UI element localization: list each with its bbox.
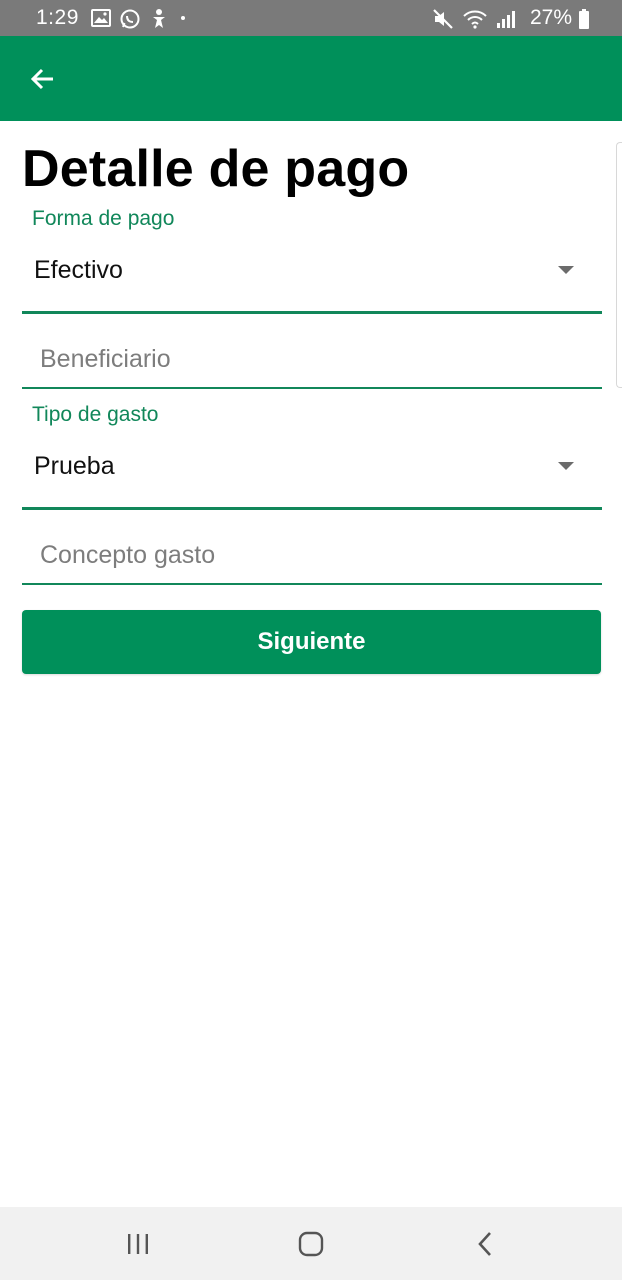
system-nav-bar [0, 1207, 622, 1280]
beneficiario-input[interactable] [22, 331, 602, 387]
back-button[interactable] [22, 58, 64, 100]
page-title: Detalle de pago [22, 140, 410, 198]
recent-apps-icon [128, 1234, 148, 1254]
home-button[interactable] [289, 1225, 333, 1263]
scroll-indicator [616, 142, 622, 388]
recent-apps-button[interactable] [116, 1225, 160, 1263]
signal-icon [496, 8, 516, 28]
tipo-gasto-underline [22, 507, 602, 510]
chevron-down-icon [558, 266, 574, 274]
status-left: 1:29 [36, 6, 197, 30]
forma-pago-underline [22, 311, 602, 314]
status-bar: 1:29 27% [0, 0, 622, 36]
home-icon [298, 1231, 324, 1257]
battery-percent: 27% [529, 6, 572, 29]
status-time: 1:29 [36, 6, 79, 29]
tipo-gasto-value: Prueba [34, 452, 115, 480]
app-bar [0, 36, 622, 121]
dot-icon [177, 8, 189, 28]
forma-pago-select[interactable]: Efectivo [22, 244, 602, 314]
back-icon [478, 1232, 491, 1256]
mute-icon [432, 8, 454, 29]
beneficiario-field[interactable] [22, 331, 602, 389]
beneficiario-underline [22, 387, 602, 389]
wifi-icon [462, 8, 488, 29]
status-right: 27% [432, 6, 590, 30]
system-back-button[interactable] [464, 1225, 508, 1263]
forma-pago-label: Forma de pago [32, 207, 175, 230]
accessibility-icon [149, 8, 169, 28]
siguiente-button[interactable]: Siguiente [22, 610, 601, 674]
forma-pago-value: Efectivo [34, 256, 123, 284]
arrow-back-icon [30, 68, 53, 90]
concepto-gasto-input[interactable] [22, 527, 602, 583]
battery-icon [578, 8, 590, 29]
chevron-down-icon [558, 462, 574, 470]
tipo-gasto-label: Tipo de gasto [32, 403, 159, 426]
concepto-gasto-field[interactable] [22, 527, 602, 585]
concepto-gasto-underline [22, 583, 602, 585]
tipo-gasto-select[interactable]: Prueba [22, 440, 602, 510]
gallery-icon [90, 8, 111, 28]
whatsapp-icon [119, 8, 141, 29]
